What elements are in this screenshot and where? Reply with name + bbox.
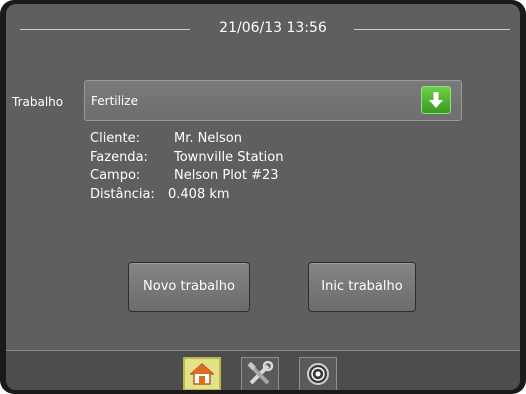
job-value: Fertilize — [91, 94, 138, 108]
down-arrow-icon — [429, 92, 443, 108]
field-row: Campo: Nelson Plot #23 — [90, 167, 283, 186]
header-line-left — [20, 29, 190, 30]
screen: 21/06/13 13:56 Trabalho Fertilize Client… — [6, 4, 520, 390]
tools-icon — [247, 361, 274, 385]
field-label: Campo: — [90, 168, 141, 183]
home-icon — [190, 363, 214, 385]
distance-row: Distância: 0.408 km — [90, 186, 283, 205]
home-tab[interactable] — [183, 357, 221, 390]
field-value: Nelson Plot #23 — [174, 168, 279, 183]
distance-value: 0.408 km — [168, 186, 230, 202]
client-label: Cliente: — [90, 131, 141, 146]
bottom-navigation — [6, 350, 520, 390]
farm-label: Fazenda: — [90, 149, 148, 165]
header-line-right — [354, 29, 510, 30]
client-row: Cliente: Mr. Nelson — [90, 130, 283, 149]
farm-row: Fazenda: Townville Station — [90, 149, 283, 168]
gps-icon — [307, 363, 329, 385]
client-value: Mr. Nelson — [174, 131, 242, 146]
farm-value: Townville Station — [174, 149, 284, 165]
job-dropdown-button[interactable] — [421, 86, 451, 114]
job-details: Cliente: Mr. Nelson Fazenda: Townville S… — [90, 130, 283, 204]
gps-tab[interactable] — [299, 357, 337, 390]
device-frame: 21/06/13 13:56 Trabalho Fertilize Client… — [0, 0, 526, 394]
tools-tab[interactable] — [241, 357, 279, 390]
date-time: 21/06/13 13:56 — [219, 20, 327, 36]
distance-label: Distância: — [90, 186, 155, 202]
job-select[interactable]: Fertilize — [84, 80, 462, 121]
new-job-button[interactable]: Novo trabalho — [128, 262, 250, 312]
job-label: Trabalho — [12, 95, 64, 109]
start-job-button[interactable]: Inic trabalho — [308, 262, 416, 312]
